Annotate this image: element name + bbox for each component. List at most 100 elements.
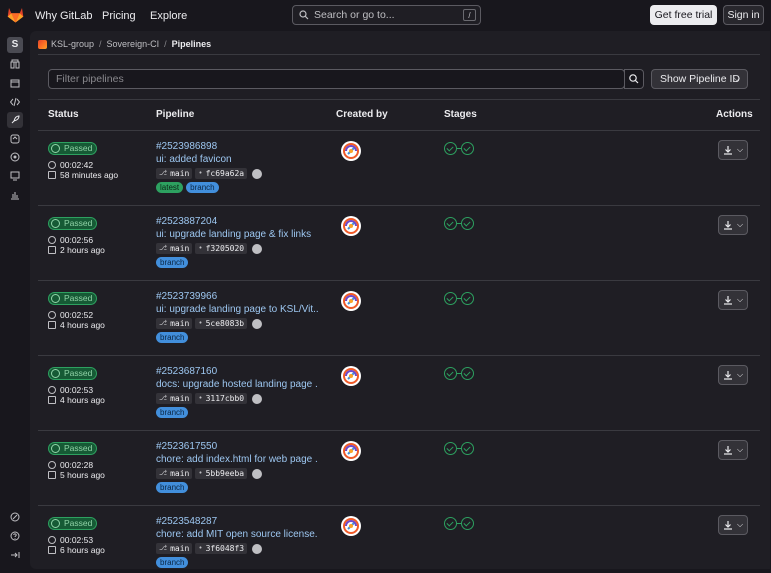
commit-icon: • <box>198 169 203 177</box>
branch-ref[interactable]: ⎇ main <box>156 168 193 179</box>
rocket-icon[interactable] <box>7 112 23 128</box>
show-pipeline-id-dropdown[interactable]: Show Pipeline ID ⌵ <box>651 69 748 89</box>
commit-sha[interactable]: • 3117cbb0 <box>195 393 248 404</box>
creator-avatar[interactable] <box>341 441 361 461</box>
stage-passed-icon[interactable] <box>461 367 474 380</box>
pipeline-id-link[interactable]: #2523739966 <box>156 291 217 302</box>
stage-passed-icon[interactable] <box>461 292 474 305</box>
pipeline-commit-title[interactable]: chore: add index.html for web page ... <box>156 454 318 465</box>
nav-why-gitlab[interactable]: Why GitLab <box>35 0 92 31</box>
pipeline-duration: 00:02:53 <box>48 535 93 545</box>
issues-icon[interactable] <box>7 75 23 91</box>
collapse-icon[interactable] <box>7 547 23 563</box>
project-avatar[interactable]: S <box>7 37 23 53</box>
status-label: Passed <box>64 218 93 228</box>
creator-avatar[interactable] <box>341 366 361 386</box>
tag-branch[interactable]: branch <box>156 332 189 343</box>
tag-branch[interactable]: branch <box>186 182 219 193</box>
tag-branch[interactable]: branch <box>156 257 189 268</box>
branch-ref[interactable]: ⎇ main <box>156 543 193 554</box>
commit-author-avatar[interactable] <box>252 318 263 329</box>
stage-passed-icon[interactable] <box>461 217 474 230</box>
pipeline-commit-title[interactable]: ui: upgrade landing page to KSL/Vit... <box>156 304 318 315</box>
status-badge[interactable]: Passed <box>48 292 97 305</box>
tag-branch[interactable]: branch <box>156 482 189 493</box>
status-badge[interactable]: Passed <box>48 217 97 230</box>
download-artifacts-button[interactable]: ⌵ <box>718 365 748 385</box>
stage-passed-icon[interactable] <box>444 217 457 230</box>
stage-passed-icon[interactable] <box>444 517 457 530</box>
commit-sha[interactable]: • 5bb9eeba <box>195 468 248 479</box>
get-free-trial-button[interactable]: Get free trial <box>650 5 717 25</box>
pipeline-id-link[interactable]: #2523986898 <box>156 141 217 152</box>
stage-passed-icon[interactable] <box>444 442 457 455</box>
stage-passed-icon[interactable] <box>461 517 474 530</box>
commit-author-avatar[interactable] <box>252 543 263 554</box>
pipeline-tags: branch <box>156 557 191 568</box>
operate-icon[interactable] <box>7 149 23 165</box>
download-artifacts-button[interactable]: ⌵ <box>718 215 748 235</box>
creator-avatar[interactable] <box>341 216 361 236</box>
pipeline-commit-title[interactable]: ui: upgrade landing page & fix links <box>156 229 318 240</box>
download-artifacts-button[interactable]: ⌵ <box>718 515 748 535</box>
creator-avatar[interactable] <box>341 291 361 311</box>
breadcrumb-project[interactable]: Sovereign-CI <box>107 39 160 49</box>
filter-search-button[interactable] <box>624 69 644 89</box>
status-badge[interactable]: Passed <box>48 367 97 380</box>
deploy-icon[interactable] <box>7 131 23 147</box>
stage-passed-icon[interactable] <box>461 142 474 155</box>
pipeline-id-link[interactable]: #2523887204 <box>156 216 217 227</box>
branch-ref[interactable]: ⎇ main <box>156 243 193 254</box>
help-icon[interactable] <box>7 509 23 525</box>
stage-passed-icon[interactable] <box>444 367 457 380</box>
nav-pricing[interactable]: Pricing <box>102 0 136 31</box>
commit-author-avatar[interactable] <box>252 243 263 254</box>
creator-avatar[interactable] <box>341 516 361 536</box>
analytics-icon[interactable] <box>7 187 23 203</box>
gitlab-logo-icon[interactable] <box>7 7 24 23</box>
pipeline-stages <box>444 517 474 530</box>
creator-avatar[interactable] <box>341 141 361 161</box>
branch-ref[interactable]: ⎇ main <box>156 393 193 404</box>
pipeline-id-link[interactable]: #2523548287 <box>156 516 217 527</box>
status-badge[interactable]: Passed <box>48 517 97 530</box>
nav-explore[interactable]: Explore <box>150 0 187 31</box>
tag-latest[interactable]: latest <box>156 182 184 193</box>
global-search[interactable]: Search or go to... / <box>292 5 481 25</box>
filter-pipelines-input[interactable]: Filter pipelines <box>48 69 625 89</box>
commit-author-avatar[interactable] <box>252 468 263 479</box>
commit-sha[interactable]: • 3f6048f3 <box>195 543 248 554</box>
breadcrumb-group[interactable]: KSL-group <box>51 39 94 49</box>
status-badge[interactable]: Passed <box>48 442 97 455</box>
download-artifacts-button[interactable]: ⌵ <box>718 440 748 460</box>
stage-passed-icon[interactable] <box>444 142 457 155</box>
tag-branch[interactable]: branch <box>156 407 189 418</box>
commit-sha[interactable]: • f3205020 <box>195 243 248 254</box>
stage-passed-icon[interactable] <box>461 442 474 455</box>
commit-author-avatar[interactable] <box>252 168 263 179</box>
pin-icon[interactable] <box>7 56 23 72</box>
pipeline-commit-title[interactable]: docs: upgrade hosted landing page ... <box>156 379 318 390</box>
monitor-icon[interactable] <box>7 168 23 184</box>
commit-sha-text: 3f6048f3 <box>205 544 245 553</box>
commit-sha[interactable]: • 5ce8083b <box>195 318 248 329</box>
sign-in-button[interactable]: Sign in <box>723 5 764 25</box>
download-artifacts-button[interactable]: ⌵ <box>718 140 748 160</box>
commit-author-avatar[interactable] <box>252 393 263 404</box>
stage-passed-icon[interactable] <box>444 292 457 305</box>
branch-ref[interactable]: ⎇ main <box>156 468 193 479</box>
breadcrumb-current[interactable]: Pipelines <box>172 39 212 49</box>
download-artifacts-button[interactable]: ⌵ <box>718 290 748 310</box>
pipeline-id-link[interactable]: #2523687160 <box>156 366 217 377</box>
code-icon[interactable] <box>7 94 23 110</box>
commit-sha-text: 5bb9eeba <box>205 469 245 478</box>
tag-branch[interactable]: branch <box>156 557 189 568</box>
status-badge[interactable]: Passed <box>48 142 97 155</box>
question-icon[interactable] <box>7 528 23 544</box>
pipeline-commit-title[interactable]: chore: add MIT open source license... <box>156 529 318 540</box>
pipeline-id-link[interactable]: #2523617550 <box>156 441 217 452</box>
pipeline-refs: ⎇ main • 5ce8083b <box>156 318 263 329</box>
commit-sha[interactable]: • fc69a62a <box>195 168 248 179</box>
pipeline-commit-title[interactable]: ui: added favicon <box>156 154 318 165</box>
branch-ref[interactable]: ⎇ main <box>156 318 193 329</box>
